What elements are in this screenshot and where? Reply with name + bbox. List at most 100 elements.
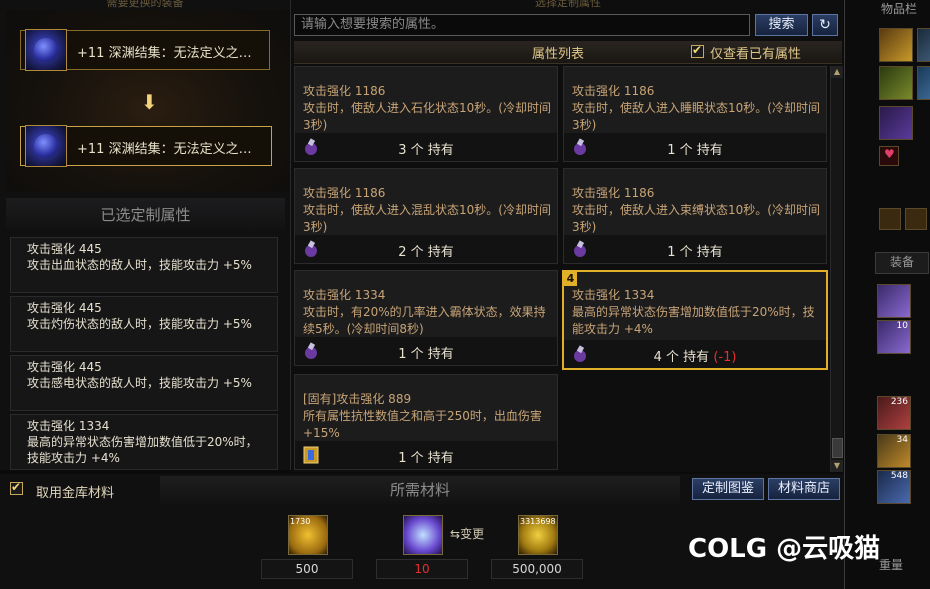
only-have-label: 仅查看已有属性 [710, 47, 802, 62]
slot-count: 34 [896, 435, 908, 445]
slot-count: 10 [896, 321, 908, 331]
scroll-up-icon[interactable]: ▲ [831, 66, 843, 78]
attr-name: 攻击强化 1334 [27, 419, 110, 433]
card-desc: 攻击时，有20%的几率进入霸体状态，效果持续5秒。(冷却时间8秒) [303, 305, 546, 336]
card-desc: 最高的异常状态伤害增加数值低于20%时，技能攻击力 +4% [572, 305, 815, 336]
inventory-slot[interactable] [879, 66, 913, 100]
card-name: 攻击强化 1186 [303, 84, 386, 98]
slot-count: 236 [890, 397, 908, 407]
attr-desc: 攻击感电状态的敌人时，技能攻击力 +5% [27, 376, 252, 390]
equip-tab[interactable]: 装备 [875, 252, 929, 274]
heart-icon[interactable]: ♥ [879, 146, 899, 166]
material-amount: 500 [261, 559, 353, 579]
card-unit: 个 [410, 143, 424, 158]
material-amount: 500,000 [491, 559, 583, 579]
selected-attr-item[interactable]: 攻击强化 445 攻击出血状态的敌人时，技能攻击力 +5% [10, 237, 278, 293]
selected-attr-item[interactable]: 攻击强化 445 攻击感电状态的敌人时，技能攻击力 +5% [10, 355, 278, 411]
inventory-slot[interactable] [877, 284, 911, 318]
card-desc: 攻击时，使敌人进入石化状态10秒。(冷却时间3秒) [303, 101, 551, 132]
search-input[interactable]: 请输入想要搜索的属性。 [294, 14, 750, 36]
attr-card[interactable]: 攻击强化 1186 攻击时，使敌人进入束缚状态10秒。(冷却时间3秒) 1 个 持… [563, 168, 827, 264]
target-item-label: +11 深渊结集：无法定义之… [77, 142, 252, 157]
equipment-panel-caption: 需要更换的装备 [106, 0, 184, 9]
attr-desc: 最高的异常状态伤害增加数值低于20%时，技能攻击力 +4% [27, 435, 258, 465]
selected-attr-item[interactable]: 攻击强化 1334 最高的异常状态伤害增加数值低于20%时，技能攻击力 +4% [10, 414, 278, 470]
card-count: 1 [398, 347, 407, 362]
attr-name: 攻击强化 445 [27, 301, 102, 315]
card-desc: 攻击时，使敌人进入混乱状态10秒。(冷却时间3秒) [303, 203, 551, 234]
material-shop-button[interactable]: 材料商店 [768, 478, 840, 500]
card-name: 攻击强化 1186 [572, 186, 655, 200]
card-count: 3 [398, 143, 407, 158]
card-count: 1 [667, 143, 676, 158]
attribute-panel-caption: 选择定制属性 [535, 0, 601, 9]
attr-list-header: 属性列表 仅查看已有属性 [294, 41, 842, 64]
attr-card-selected[interactable]: 4 攻击强化 1334 最高的异常状态伤害增加数值低于20%时，技能攻击力 +4%… [562, 270, 828, 370]
material-amount: 10 [376, 559, 468, 579]
selected-order-badge: 4 [564, 272, 577, 286]
source-item-label: +11 深渊结集：无法定义之… [77, 46, 252, 61]
inventory-slot[interactable] [917, 28, 930, 62]
target-item-icon[interactable] [25, 125, 67, 167]
attr-list-scrollbar[interactable]: ▲ ▼ [830, 66, 843, 472]
material-box-icon[interactable] [403, 515, 443, 555]
inventory-slot[interactable]: 10 [877, 320, 911, 354]
custom-atlas-button[interactable]: 定制图鉴 [692, 478, 764, 500]
gold-coin-icon[interactable]: 3313698 [518, 515, 558, 555]
card-desc: 所有属性抗性数值之和高于250时，出血伤害 +15% [303, 409, 542, 440]
card-count: 4 [653, 350, 662, 365]
card-desc: 攻击时，使敌人进入束缚状态10秒。(冷却时间3秒) [572, 203, 820, 234]
card-own: 持有 [427, 143, 454, 158]
attr-list-title: 属性列表 [532, 47, 585, 62]
attr-desc: 攻击出血状态的敌人时，技能攻击力 +5% [27, 258, 252, 272]
attr-card[interactable]: 攻击强化 1186 攻击时，使敌人进入睡眠状态10秒。(冷却时间3秒) 1 个 持… [563, 66, 827, 162]
attr-card[interactable]: 攻击强化 1186 攻击时，使敌人进入石化状态10秒。(冷却时间3秒) 3 个 持… [294, 66, 558, 162]
card-own: 持有 [427, 347, 454, 362]
inventory-slot[interactable]: 548 [877, 470, 911, 504]
inventory-slot[interactable]: 34 [877, 434, 911, 468]
use-gold-label: 取用金库材料 [36, 486, 115, 501]
inventory-header: 物品栏 [881, 2, 918, 16]
attr-card[interactable]: [固有]攻击强化 889 所有属性抗性数值之和高于250时，出血伤害 +15% 1… [294, 374, 558, 470]
attr-name: 攻击强化 445 [27, 242, 102, 256]
card-own: 持有 [696, 245, 723, 260]
menu-icon[interactable] [879, 208, 901, 230]
attr-name: 攻击强化 445 [27, 360, 102, 374]
card-own: 持有 [696, 143, 723, 158]
source-item-row[interactable]: +11 深渊结集：无法定义之… [20, 29, 270, 71]
inventory-slot[interactable] [917, 66, 930, 100]
scroll-down-icon[interactable]: ▼ [831, 460, 843, 472]
inventory-slot[interactable]: 236 [877, 396, 911, 430]
card-own: 持有 [427, 451, 454, 466]
scroll-thumb[interactable] [832, 438, 843, 458]
use-gold-checkbox[interactable] [10, 480, 23, 495]
attr-desc: 攻击灼伤状态的敌人时，技能攻击力 +5% [27, 317, 252, 331]
material-stack-count: 3313698 [520, 517, 556, 526]
target-item-row[interactable]: +11 深渊结集：无法定义之… [20, 125, 272, 167]
change-link[interactable]: ⇆变更 [450, 525, 484, 542]
attr-card[interactable]: 攻击强化 1186 攻击时，使敌人进入混乱状态10秒。(冷却时间3秒) 2 个 持… [294, 168, 558, 264]
change-label: 变更 [460, 527, 485, 541]
refresh-icon[interactable]: ↻ [812, 14, 838, 36]
card-count: 1 [398, 451, 407, 466]
card-name: [固有]攻击强化 889 [303, 392, 412, 406]
source-item-icon[interactable] [25, 29, 67, 71]
card-name: 攻击强化 1186 [572, 84, 655, 98]
card-unit: 个 [410, 245, 424, 260]
card-desc: 攻击时，使敌人进入睡眠状态10秒。(冷却时间3秒) [572, 101, 820, 132]
material-gold-crystal-icon[interactable]: 1730 [288, 515, 328, 555]
only-have-checkbox[interactable] [691, 43, 704, 58]
inventory-slot[interactable] [879, 28, 913, 62]
watermark: COLG @云吸猫 [688, 534, 881, 564]
card-name: 攻击强化 1334 [303, 288, 386, 302]
card-unit: 个 [679, 143, 693, 158]
selected-attr-item[interactable]: 攻击强化 445 攻击灼伤状态的敌人时，技能攻击力 +5% [10, 296, 278, 352]
card-unit: 个 [410, 451, 424, 466]
attr-card[interactable]: 攻击强化 1334 攻击时，有20%的几率进入霸体状态，效果持续5秒。(冷却时间8… [294, 270, 558, 366]
inventory-strip: 物品栏 ♥ 装备 10 236 34 548 重量 [844, 0, 930, 589]
refresh-icon[interactable] [905, 208, 927, 230]
card-count: 1 [667, 245, 676, 260]
inventory-slot[interactable] [879, 106, 913, 140]
card-own: 持有 [427, 245, 454, 260]
search-button[interactable]: 搜索 [755, 14, 808, 36]
